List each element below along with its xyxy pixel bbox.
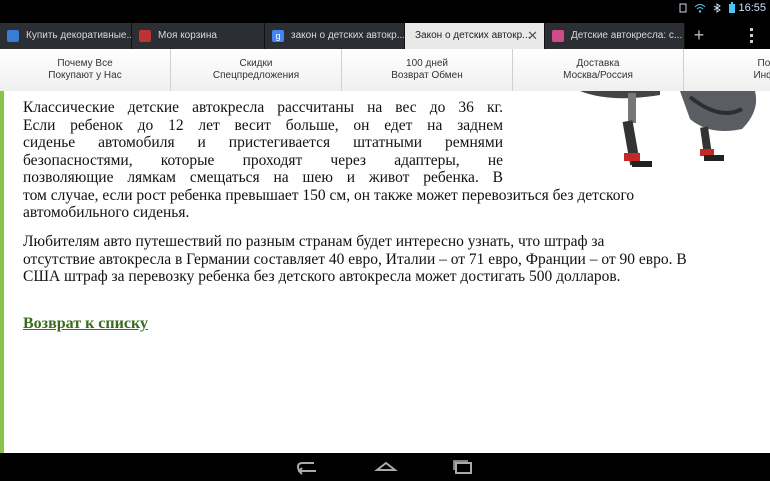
system-nav-bar bbox=[0, 453, 770, 481]
text-line: позволяющие лямкам смещаться на шею и жи… bbox=[23, 169, 503, 186]
nav-info[interactable]: ПолеИнфор bbox=[684, 49, 770, 91]
battery-icon bbox=[729, 2, 735, 13]
google-icon: g bbox=[272, 30, 284, 42]
vibrate-icon bbox=[679, 3, 687, 12]
tab-label: Закон о детских автокр... bbox=[415, 30, 531, 41]
back-icon[interactable] bbox=[296, 458, 320, 476]
wifi-icon bbox=[694, 3, 706, 13]
tab-cart[interactable]: Моя корзина bbox=[132, 23, 265, 49]
nav-line: Возврат Обмен bbox=[391, 70, 463, 81]
accent-bar bbox=[0, 91, 4, 453]
new-tab-button[interactable]: + bbox=[688, 23, 710, 49]
recent-apps-icon[interactable] bbox=[451, 458, 475, 476]
nav-why-us[interactable]: Почему Все Покупают у Нас bbox=[0, 49, 171, 91]
status-bar: 16:55 bbox=[0, 0, 770, 17]
site-favicon-icon bbox=[139, 30, 151, 42]
text-line: Любителям авто путешествий по разным стр… bbox=[23, 233, 605, 250]
text-line: отсутствие автокресла в Германии составл… bbox=[23, 250, 687, 268]
text-line: автомобильного сиденья. bbox=[23, 204, 190, 221]
close-tab-icon[interactable]: ✕ bbox=[527, 23, 538, 49]
tab-label: Детские автокресла: с... bbox=[571, 30, 683, 41]
text-line: сиденье автомобиля и пристегивается штат… bbox=[23, 134, 503, 151]
tab-label: Купить декоративные... bbox=[26, 30, 132, 41]
site-favicon-icon bbox=[7, 30, 19, 42]
tab-child-seats[interactable]: Детские автокресла: с... bbox=[545, 23, 685, 49]
text-line: Если ребенок до 12 лет весит больше, он … bbox=[23, 116, 503, 134]
nav-line: Инфор bbox=[753, 70, 770, 81]
paragraph-fines: Любителям авто путешествий по разным стр… bbox=[23, 233, 770, 286]
nav-discounts[interactable]: Скидки Спецпредложения bbox=[171, 49, 342, 91]
site-nav: Почему Все Покупают у Нас Скидки Спецпредл… bbox=[0, 49, 770, 92]
nav-line: Москва/Россия bbox=[563, 70, 633, 81]
tab-search[interactable]: g закон о детских автокр... bbox=[265, 23, 405, 49]
tab-decor[interactable]: Купить декоративные... bbox=[0, 23, 132, 49]
site-favicon-icon bbox=[552, 30, 564, 42]
back-to-list-link[interactable]: Возврат к списку bbox=[23, 315, 148, 333]
page-content: Классические детские автокресла рассчита… bbox=[0, 91, 770, 453]
tab-strip: Купить декоративные... Моя корзина g зак… bbox=[0, 17, 770, 49]
nav-line: Спецпредложения bbox=[212, 70, 300, 81]
nav-line: 100 дней bbox=[406, 58, 448, 69]
nav-line: Поле bbox=[757, 58, 770, 69]
paragraph-seat-weight: Классические детские автокресла рассчита… bbox=[23, 99, 763, 222]
nav-line: Доставка bbox=[576, 58, 620, 69]
nav-delivery[interactable]: Доставка Москва/Россия bbox=[513, 49, 684, 91]
text-line: том случае, если рост ребенка превышает … bbox=[23, 186, 635, 204]
tab-label: Моя корзина bbox=[158, 30, 217, 41]
home-icon[interactable] bbox=[374, 458, 398, 476]
bluetooth-icon bbox=[713, 2, 721, 13]
nav-line: Скидки bbox=[239, 58, 273, 69]
text-line: США штраф за перевозку ребенка без детск… bbox=[23, 268, 621, 285]
text-line: Классические детские автокресла рассчита… bbox=[23, 99, 503, 116]
nav-line: Покупают у Нас bbox=[48, 70, 122, 81]
clock: 16:55 bbox=[738, 2, 766, 14]
tab-label: закон о детских автокр... bbox=[291, 30, 405, 41]
nav-line: Почему Все bbox=[57, 58, 113, 69]
tab-active-law[interactable]: Закон о детских автокр... ✕ bbox=[405, 23, 545, 49]
text-line: безопасностями, которые проходят через а… bbox=[23, 151, 503, 169]
menu-icon[interactable] bbox=[742, 25, 760, 49]
status-icons bbox=[678, 2, 736, 13]
nav-returns[interactable]: 100 дней Возврат Обмен bbox=[342, 49, 513, 91]
